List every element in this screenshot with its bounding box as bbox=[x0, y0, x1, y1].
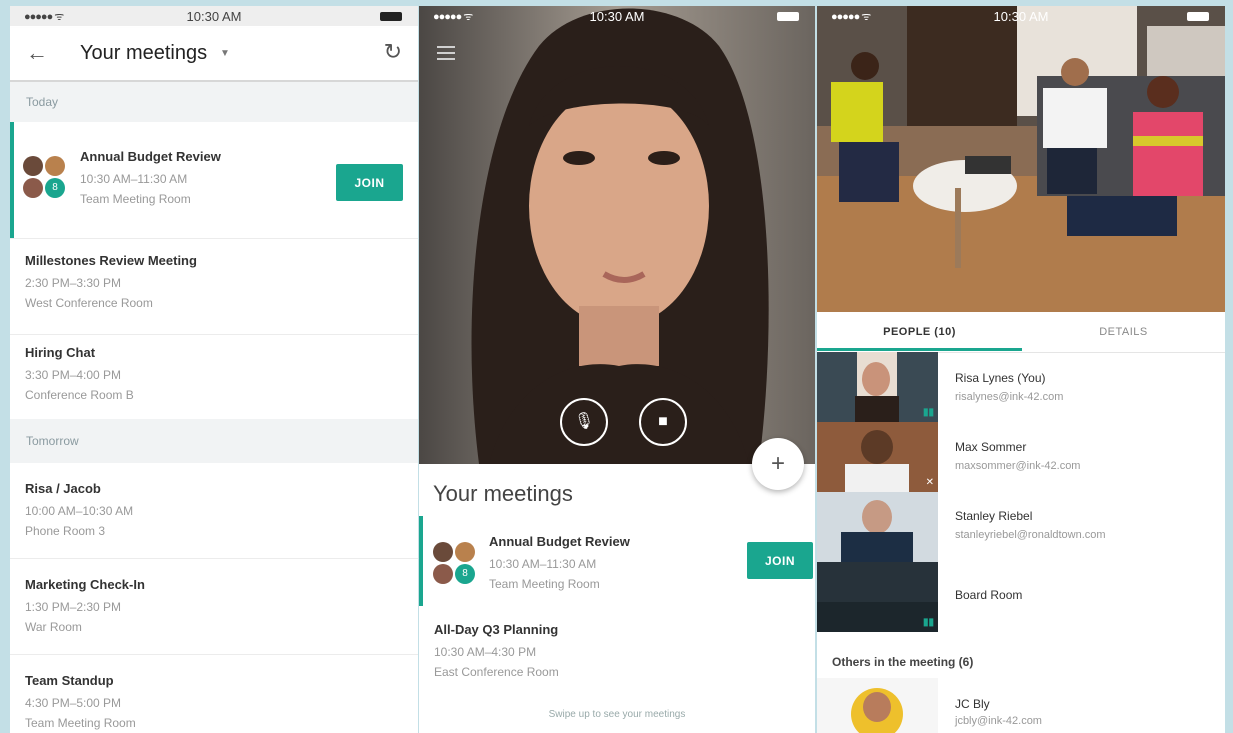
meeting-title: Annual Budget Review bbox=[80, 149, 221, 164]
participant-name: Stanley Riebel bbox=[955, 509, 1033, 523]
battery-icon bbox=[777, 12, 799, 21]
status-bar: ●●●●● ᯤ 10:30 AM bbox=[10, 6, 418, 26]
participant-name: Risa Lynes (You) bbox=[955, 371, 1046, 385]
meeting-item-milestones[interactable]: Millestones Review Meeting 2:30 PM–3:30 … bbox=[10, 239, 418, 335]
participant-email: stanleyriebel@ronaldtown.com bbox=[955, 529, 1106, 541]
join-button[interactable]: JOIN bbox=[747, 542, 813, 579]
meeting-room: Conference Room B bbox=[25, 388, 134, 402]
app-bar: ← Your meetings ▼ ↻ bbox=[10, 28, 418, 82]
battery-icon bbox=[1187, 12, 1209, 21]
meeting-item-marketing[interactable]: Marketing Check-In 1:30 PM–2:30 PM War R… bbox=[10, 559, 418, 655]
meeting-time: 1:30 PM–2:30 PM bbox=[25, 600, 122, 614]
participant-tile: ▮▮ bbox=[817, 352, 938, 422]
meeting-item-risa-jacob[interactable]: Risa / Jacob 10:00 AM–10:30 AM Phone Roo… bbox=[10, 463, 418, 559]
meeting-title: All-Day Q3 Planning bbox=[434, 622, 559, 637]
section-heading: Your meetings bbox=[433, 481, 573, 506]
audio-level-icon: ▮▮ bbox=[922, 617, 934, 628]
participant-name: Max Sommer bbox=[955, 440, 1027, 454]
section-tomorrow: Tomorrow bbox=[10, 419, 418, 463]
section-today: Today bbox=[10, 82, 418, 122]
status-bar: ●●●●● ᯤ 10:30 AM bbox=[817, 6, 1225, 26]
join-button[interactable]: JOIN bbox=[336, 164, 403, 201]
room-video-image bbox=[817, 6, 1225, 312]
meeting-time: 4:30 PM–5:00 PM bbox=[25, 696, 122, 710]
meeting-item-hiring-chat[interactable]: Hiring Chat 3:30 PM–4:00 PM Conference R… bbox=[10, 335, 418, 419]
meetings-list-screen: ●●●●● ᯤ 10:30 AM ← Your meetings ▼ ↻ Tod… bbox=[10, 6, 418, 733]
self-video-image bbox=[419, 6, 815, 464]
room-video-feed: ●●●●● ᯤ 10:30 AM bbox=[817, 6, 1225, 312]
status-time: 10:30 AM bbox=[589, 9, 645, 24]
menu-icon[interactable] bbox=[437, 46, 455, 64]
meeting-people-screen: ●●●●● ᯤ 10:30 AM PEOPLE (10) DETAILS ▮▮ … bbox=[817, 6, 1225, 733]
status-time: 10:30 AM bbox=[186, 9, 242, 24]
back-arrow-icon[interactable]: ← bbox=[26, 40, 48, 66]
mic-off-icon[interactable]: 🎙︎ bbox=[560, 398, 608, 446]
status-time: 10:30 AM bbox=[993, 9, 1049, 24]
participant-name: Board Room bbox=[955, 588, 1023, 602]
page-title[interactable]: Your meetings bbox=[80, 42, 207, 65]
tab-bar: PEOPLE (10) DETAILS bbox=[817, 312, 1225, 353]
status-bar: ●●●●● ᯤ 10:30 AM bbox=[419, 6, 815, 26]
add-fab-button[interactable]: + bbox=[752, 438, 804, 490]
meeting-title: Marketing Check-In bbox=[25, 577, 145, 592]
meeting-room: Team Meeting Room bbox=[25, 716, 136, 730]
meeting-time: 10:30 AM–4:30 PM bbox=[434, 645, 537, 659]
avatar bbox=[817, 678, 938, 733]
meeting-item-q3-planning[interactable]: All-Day Q3 Planning 10:30 AM–4:30 PM Eas… bbox=[419, 606, 815, 686]
camera-off-icon[interactable]: ■ bbox=[639, 398, 687, 446]
audio-level-icon: ▮▮ bbox=[922, 407, 934, 418]
meeting-room: Phone Room 3 bbox=[25, 524, 106, 538]
video-preview-screen: ●●●●● ᯤ 10:30 AM 🎙︎ ■ + Your meetings 8 … bbox=[419, 6, 815, 733]
meeting-time: 3:30 PM–4:00 PM bbox=[25, 368, 122, 382]
mic-off-icon: ✕ bbox=[925, 477, 934, 488]
participant-email: maxsommer@ink-42.com bbox=[955, 460, 1081, 472]
participant-name: JC Bly bbox=[955, 697, 990, 711]
meeting-title: Team Standup bbox=[25, 673, 114, 688]
tab-details[interactable]: DETAILS bbox=[1022, 312, 1225, 352]
battery-icon bbox=[380, 12, 402, 21]
attendee-avatars: 8 bbox=[23, 156, 69, 202]
meeting-title: Hiring Chat bbox=[25, 345, 96, 360]
tab-indicator bbox=[817, 348, 1022, 351]
participant-tile: ✕ bbox=[817, 422, 938, 492]
refresh-icon[interactable]: ↻ bbox=[384, 39, 402, 65]
active-indicator bbox=[10, 122, 14, 238]
meeting-title: Millestones Review Meeting bbox=[25, 253, 197, 268]
tab-people[interactable]: PEOPLE (10) bbox=[817, 312, 1022, 352]
active-indicator bbox=[419, 516, 423, 606]
meeting-item-annual-budget[interactable]: 8 Annual Budget Review 10:30 AM–11:30 AM… bbox=[419, 516, 815, 606]
attendee-avatars: 8 bbox=[433, 542, 479, 588]
meeting-room: East Conference Room bbox=[434, 665, 559, 679]
participant-email: risalynes@ink-42.com bbox=[955, 391, 1064, 403]
meeting-title: Risa / Jacob bbox=[25, 481, 101, 496]
participant-tile: ▮▮ bbox=[817, 562, 938, 632]
chevron-down-icon[interactable]: ▼ bbox=[220, 48, 230, 59]
self-video-preview: ●●●●● ᯤ 10:30 AM 🎙︎ ■ bbox=[419, 6, 815, 464]
meeting-time: 10:00 AM–10:30 AM bbox=[25, 504, 134, 518]
participant-tile bbox=[817, 492, 938, 562]
meeting-time: 2:30 PM–3:30 PM bbox=[25, 276, 122, 290]
meeting-item-team-standup[interactable]: Team Standup 4:30 PM–5:00 PM Team Meetin… bbox=[10, 655, 418, 733]
meeting-room: West Conference Room bbox=[25, 296, 153, 310]
others-heading: Others in the meeting (6) bbox=[832, 655, 974, 669]
participant-email: jcbly@ink-42.com bbox=[955, 715, 1042, 727]
meeting-room: War Room bbox=[25, 620, 82, 634]
swipe-hint: Swipe up to see your meetings bbox=[548, 709, 686, 720]
meeting-item-annual-budget[interactable]: 8 Annual Budget Review 10:30 AM–11:30 AM… bbox=[10, 122, 418, 239]
